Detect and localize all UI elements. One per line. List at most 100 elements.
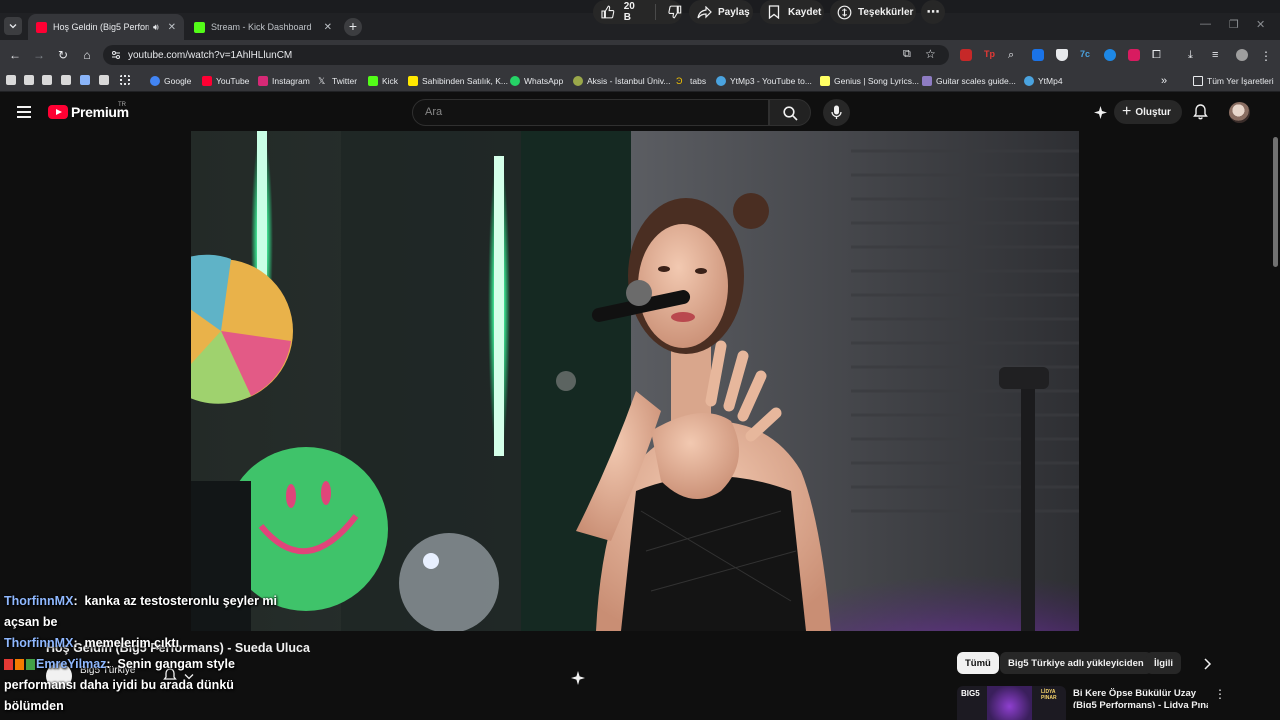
puzzle-extensions-icon[interactable]: ⧠	[1152, 49, 1164, 61]
bookmark-star-icon[interactable]: ☆	[925, 47, 936, 61]
more-actions-button[interactable]: ⋯	[921, 0, 945, 24]
related-video-title-line2[interactable]: (Big5 Performans) - Lidya Pınar	[1073, 700, 1208, 708]
bookmark-save-icon	[768, 5, 780, 19]
bookmark-app-icon[interactable]	[6, 75, 16, 85]
bookmark-genius[interactable]: Genius | Song Lyrics...	[820, 74, 919, 88]
all-bookmarks-folder[interactable]: Tüm Yer İşaretleri	[1193, 74, 1274, 88]
create-button[interactable]: + Oluştur	[1114, 100, 1182, 124]
youtube-premium-logo[interactable]: Premium TR	[48, 102, 129, 120]
translate-icon[interactable]	[1032, 49, 1044, 61]
apps-grid-icon[interactable]	[120, 75, 130, 85]
thumbs-down-icon[interactable]	[668, 5, 682, 19]
video-player[interactable]	[191, 131, 1079, 631]
thumbs-up-icon[interactable]	[601, 5, 615, 19]
account-avatar[interactable]	[1229, 102, 1250, 123]
install-app-icon[interactable]: ⧉	[903, 48, 911, 61]
create-label: Oluştur	[1135, 106, 1171, 118]
bookmark-app-icon[interactable]	[80, 75, 90, 85]
bookmark-guitar-scales[interactable]: Guitar scales guide...	[922, 74, 1016, 88]
reload-icon[interactable]: ↻	[56, 48, 70, 62]
related-more-icon[interactable]: ⋮	[1214, 687, 1226, 701]
genius-icon	[820, 76, 830, 86]
more-horizontal-icon: ⋯	[926, 4, 940, 19]
thanks-button[interactable]: Teşekkürler	[830, 0, 916, 24]
close-tab-icon[interactable]: ✕	[324, 22, 332, 33]
guitar-icon	[922, 76, 932, 86]
bookmark-label: Aksis - İstanbul Üniv...	[587, 76, 671, 86]
bookmark-app-icon[interactable]	[24, 75, 34, 85]
related-video-thumbnail[interactable]: BIG5 LİDYA PINAR	[957, 686, 1066, 720]
extension-pink-icon[interactable]	[1128, 49, 1140, 61]
minimize-icon[interactable]: —	[1200, 18, 1211, 30]
back-arrow-icon[interactable]: ←	[8, 48, 22, 62]
bookmark-google[interactable]: Google	[150, 74, 191, 88]
close-window-icon[interactable]: ✕	[1256, 18, 1265, 31]
tab-kick[interactable]: Stream - Kick Dashboard ✕	[186, 14, 340, 40]
thumb-artist-text: LİDYA PINAR	[1041, 689, 1057, 701]
tab-youtube[interactable]: Hoş Geldin (Big5 Performans 🔊︎ ✕	[28, 14, 184, 40]
profile-avatar-icon[interactable]	[1236, 49, 1248, 61]
kebab-menu-icon[interactable]: ⋮	[1260, 49, 1272, 63]
bookmark-label: tabs	[690, 76, 707, 86]
chevron-right-icon[interactable]	[1203, 658, 1212, 670]
extension-7c-icon[interactable]: 7c	[1080, 49, 1092, 61]
bookmark-instagram[interactable]: Instagram	[258, 74, 310, 88]
bookmark-sahibinden[interactable]: Sahibinden Satılık, K...	[408, 74, 508, 88]
reading-list-icon[interactable]: ≡	[1212, 49, 1224, 61]
search-input[interactable]: Ara	[412, 99, 769, 126]
close-tab-icon[interactable]: ✕	[168, 22, 176, 33]
bookmark-ytmp3[interactable]: YtMp3 - YouTube to...	[716, 74, 812, 88]
chat-message: ThorfinnMX: memelerim çıktı	[4, 636, 180, 650]
youtube-icon	[202, 76, 212, 86]
bookmark-tabs[interactable]: Ͽtabs	[676, 74, 706, 88]
bookmark-youtube[interactable]: YouTube	[202, 74, 249, 88]
google-icon	[150, 76, 160, 86]
address-bar[interactable]: youtube.com/watch?v=1AhlHLlunCM ⧉ ☆	[103, 45, 949, 65]
forward-arrow-icon[interactable]: →	[32, 48, 46, 62]
ytmp4-icon	[1024, 76, 1034, 86]
bookmark-ytmp4[interactable]: YtMp4	[1024, 74, 1063, 88]
bookmark-app-icon[interactable]	[61, 75, 71, 85]
bookmark-label: Sahibinden Satılık, K...	[422, 76, 508, 86]
menu-hamburger-icon[interactable]	[17, 106, 31, 118]
chat-text: açsan be	[4, 615, 58, 629]
chip-from-uploader[interactable]: Big5 Türkiye adlı yükleyiciden	[1000, 652, 1152, 674]
magnifier-icon[interactable]: ⌕	[1008, 49, 1020, 61]
related-video-title[interactable]: Bi Kere Öpse Bükülür Uzay	[1073, 688, 1196, 699]
more-bookmarks-icon[interactable]: »	[1161, 74, 1167, 88]
chip-all[interactable]: Tümü	[957, 652, 999, 674]
bookmark-app-icon[interactable]	[99, 75, 109, 85]
extension-tp-icon[interactable]: Tp	[984, 49, 996, 61]
page-scrollbar[interactable]	[1270, 131, 1280, 720]
download-icon[interactable]: ⤓	[1188, 49, 1200, 61]
ask-sparkle-icon[interactable]	[570, 670, 586, 686]
chevron-down-icon	[9, 24, 17, 29]
sparkle-icon[interactable]	[1093, 105, 1108, 120]
shield-icon[interactable]	[1056, 49, 1068, 61]
chat-text: kanka az testosteronlu şeyler mi	[84, 594, 277, 608]
voice-search-button[interactable]	[823, 99, 850, 126]
new-tab-button[interactable]: +	[344, 18, 362, 36]
extension-icon[interactable]	[960, 49, 972, 61]
super-thanks-icon	[837, 5, 852, 19]
bookmark-aksis[interactable]: Aksis - İstanbul Üniv...	[573, 74, 670, 88]
chat-message: EmreYilmaz: Senin gangam style	[4, 657, 235, 671]
notifications-bell-icon[interactable]	[1193, 104, 1208, 120]
search-button[interactable]	[769, 99, 811, 126]
bookmark-whatsapp[interactable]: WhatsApp	[510, 74, 563, 88]
save-button[interactable]: Kaydet	[760, 0, 824, 24]
bookmark-kick[interactable]: Kick	[368, 74, 398, 88]
scrollbar-thumb[interactable]	[1273, 137, 1278, 267]
site-info-icon[interactable]	[111, 50, 121, 60]
thumb-logo-text: BIG5	[961, 689, 980, 698]
bookmark-label: Genius | Song Lyrics...	[834, 76, 920, 86]
chip-related[interactable]: İlgili	[1146, 652, 1181, 674]
bookmark-twitter[interactable]: 𝕏 Twitter	[318, 74, 357, 88]
home-icon[interactable]: ⌂	[80, 48, 94, 62]
bookmark-app-icon[interactable]	[42, 75, 52, 85]
share-button[interactable]: Paylaş	[689, 0, 753, 24]
extension-blue-icon[interactable]	[1104, 49, 1116, 61]
tab-search-button[interactable]	[4, 17, 22, 35]
like-count[interactable]: 20 B	[624, 1, 645, 23]
restore-icon[interactable]: ❐	[1229, 18, 1239, 31]
